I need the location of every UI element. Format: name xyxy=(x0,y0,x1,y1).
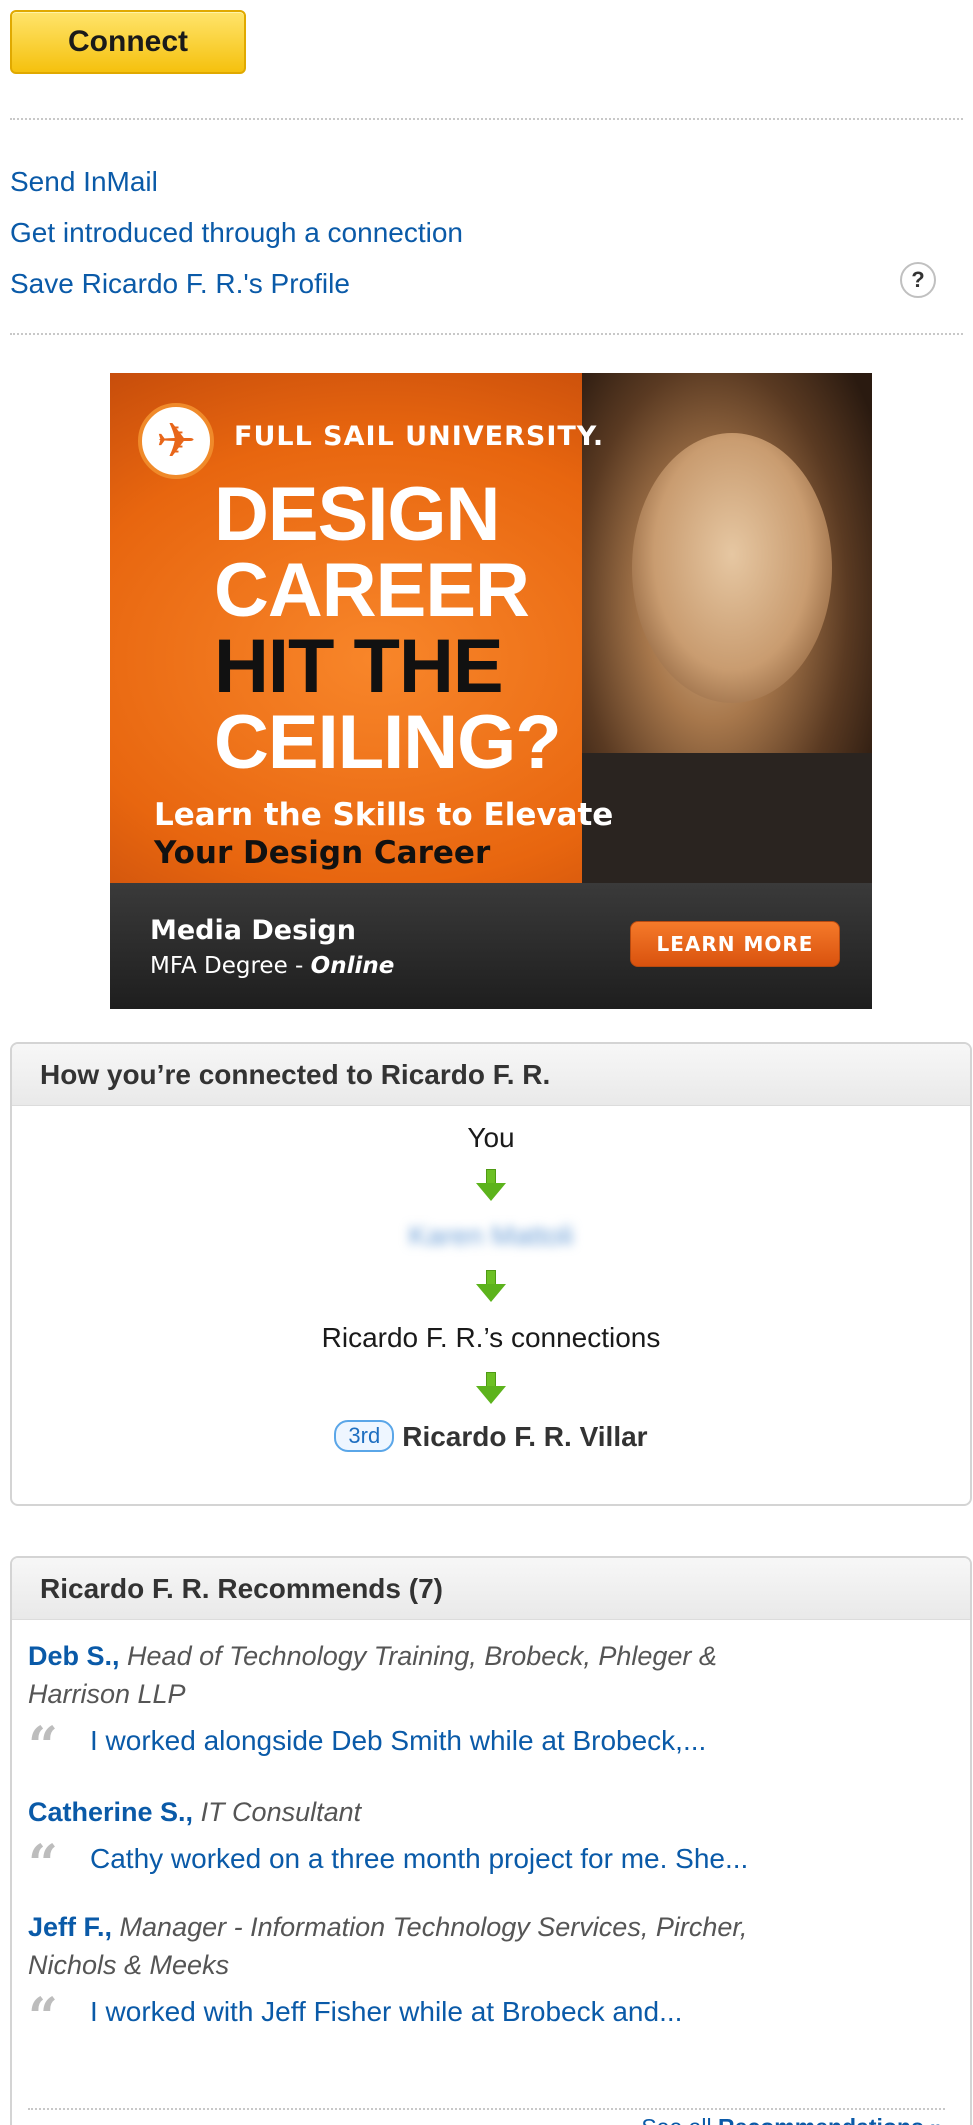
recommendation-item: Deb S., Head of Technology Training, Bro… xyxy=(28,1637,928,1773)
recommendation-title: Harrison LLP xyxy=(28,1679,186,1709)
recommendation-title: Head of Technology Training, Brobeck, Ph… xyxy=(127,1641,717,1671)
recommendation-quote-text[interactable]: I worked with Jeff Fisher while at Brobe… xyxy=(90,1996,682,2027)
get-introduced-link[interactable]: Get introduced through a connection xyxy=(10,207,960,258)
ad-subheadline: Learn the Skills to Elevate xyxy=(154,797,614,833)
target-name: Ricardo F. R. Villar xyxy=(402,1421,648,1452)
recommendation-title: Manager - Information Technology Service… xyxy=(119,1912,748,1942)
quote-icon: “ xyxy=(28,1987,58,2048)
advertisement-banner[interactable]: FULL SAIL UNIVERSITY. DESIGN CAREER HIT … xyxy=(110,373,872,1009)
divider xyxy=(28,2108,945,2110)
ad-face-image xyxy=(632,433,832,703)
ad-footer: Media Design MFA Degree - Online LEARN M… xyxy=(110,883,872,1009)
save-profile-link[interactable]: Save Ricardo F. R.'s Profile xyxy=(10,258,960,309)
ad-photo-shirt xyxy=(582,753,872,883)
recommendation-quote-text[interactable]: I worked alongside Deb Smith while at Br… xyxy=(90,1725,706,1756)
recommendation-name-link[interactable]: Catherine S., xyxy=(28,1797,193,1827)
recommendation-quote[interactable]: “Cathy worked on a three month project f… xyxy=(28,1839,928,1891)
recommendation-title: IT Consultant xyxy=(200,1797,362,1827)
divider xyxy=(10,118,963,120)
ad-headline-line: HIT THE xyxy=(214,624,504,709)
ad-brand: FULL SAIL UNIVERSITY. xyxy=(234,421,605,452)
connection-you: You xyxy=(467,1122,515,1153)
degree-badge: 3rd xyxy=(334,1420,395,1452)
connection-path-box: How you’re connected to Ricardo F. R. Yo… xyxy=(10,1042,972,1506)
connection-middle-person[interactable]: Karen Mattoli xyxy=(12,1220,970,1252)
recommendation-title: Nichols & Meeks xyxy=(28,1950,230,1980)
ad-degree-prefix: MFA Degree - xyxy=(150,953,311,979)
see-all-prefix: See all xyxy=(641,2114,718,2125)
connect-button[interactable]: Connect xyxy=(10,10,246,74)
ad-degree-mode: Online xyxy=(310,953,395,979)
connection-target: 3rd Ricardo F. R. Villar xyxy=(12,1420,970,1453)
airplane-logo-icon xyxy=(138,403,214,479)
recommendation-person: Jeff F., Manager - Information Technolog… xyxy=(28,1908,928,1984)
quote-icon: “ xyxy=(28,1716,58,1777)
recommendation-quote-text[interactable]: Cathy worked on a three month project fo… xyxy=(90,1843,748,1874)
send-inmail-link[interactable]: Send InMail xyxy=(10,156,960,207)
profile-actions: Send InMail Get introduced through a con… xyxy=(10,156,960,309)
recommendation-item: Jeff F., Manager - Information Technolog… xyxy=(28,1908,928,2044)
recommendation-quote[interactable]: “I worked with Jeff Fisher while at Brob… xyxy=(28,1992,928,2044)
see-all-recommendations-link[interactable]: See all Recommendations » xyxy=(641,2114,943,2125)
ad-degree: MFA Degree - Online xyxy=(150,953,394,979)
recommendations-title: Ricardo F. R. Recommends (7) xyxy=(12,1558,970,1620)
recommendation-name-link[interactable]: Jeff F., xyxy=(28,1912,112,1942)
learn-more-button[interactable]: LEARN MORE xyxy=(630,921,840,967)
ad-headline: DESIGN CAREER HIT THE CEILING? xyxy=(214,472,562,785)
connection-box-title: How you’re connected to Ricardo F. R. xyxy=(12,1044,970,1106)
ad-headline-line: CAREER xyxy=(214,548,530,633)
see-all-bold: Recommendations » xyxy=(718,2114,943,2125)
divider xyxy=(10,333,963,335)
connection-network: Ricardo F. R.’s connections xyxy=(321,1322,661,1353)
ad-program: Media Design xyxy=(150,915,356,946)
ad-headline-line: CEILING? xyxy=(214,700,562,785)
help-icon[interactable]: ? xyxy=(900,262,936,298)
recommendation-person: Catherine S., IT Consultant xyxy=(28,1793,928,1831)
recommendation-name-link[interactable]: Deb S., xyxy=(28,1641,120,1671)
ad-subheadline: Your Design Career xyxy=(154,835,491,871)
ad-headline-line: DESIGN xyxy=(214,472,500,557)
recommendation-item: Catherine S., IT Consultant “Cathy worke… xyxy=(28,1793,928,1891)
recommendation-person: Deb S., Head of Technology Training, Bro… xyxy=(28,1637,928,1713)
quote-icon: “ xyxy=(28,1834,58,1895)
recommendation-quote[interactable]: “I worked alongside Deb Smith while at B… xyxy=(28,1721,928,1773)
